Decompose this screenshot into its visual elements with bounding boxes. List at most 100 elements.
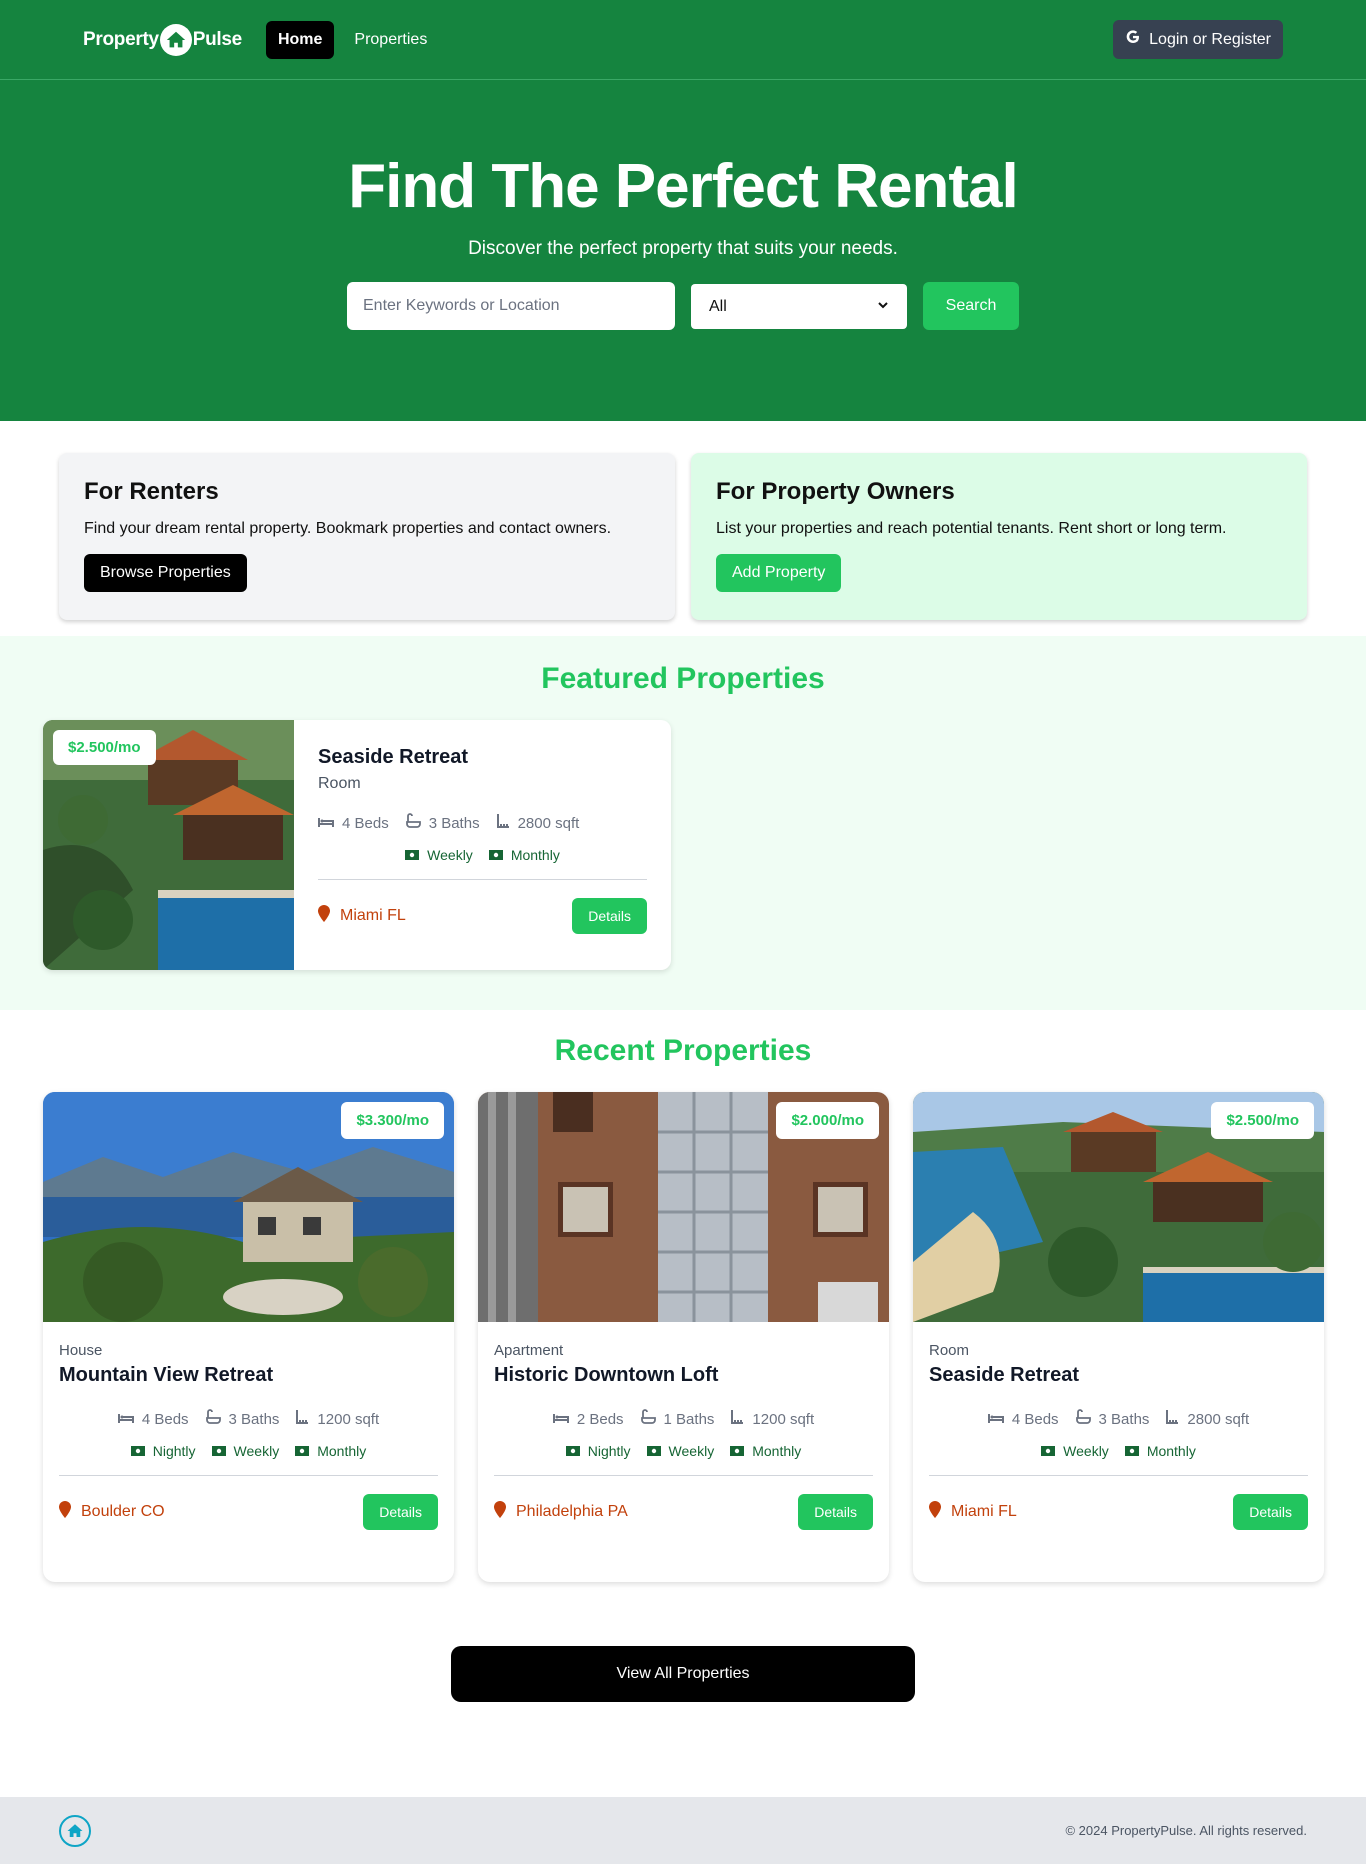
property-type: Apartment xyxy=(494,1342,564,1359)
featured-section: Featured Properties $2.500/mo Seaside Re… xyxy=(0,636,1366,1010)
ruler-icon xyxy=(295,1409,309,1429)
location-label: Boulder CO xyxy=(81,1503,165,1520)
renters-info-box: For Renters Find your dream rental prope… xyxy=(59,453,675,620)
property-type: Room xyxy=(929,1342,970,1359)
bath-icon xyxy=(640,1409,656,1429)
rate-label: Weekly xyxy=(427,847,473,863)
rate-nightly: Nightly xyxy=(130,1443,196,1459)
details-button[interactable]: Details xyxy=(798,1494,873,1530)
logo-text-left: Property xyxy=(83,28,159,50)
bed-icon xyxy=(987,1411,1004,1428)
details-button[interactable]: Details xyxy=(363,1494,438,1530)
money-icon xyxy=(565,1443,580,1459)
details-button[interactable]: Details xyxy=(1233,1494,1308,1530)
recent-title: Recent Properties xyxy=(554,1034,812,1067)
location-row: Miami FL Details xyxy=(318,898,647,934)
money-icon xyxy=(130,1443,145,1459)
location-row: Miami FL Details xyxy=(929,1494,1308,1530)
browse-properties-button[interactable]: Browse Properties xyxy=(84,554,247,592)
property-image[interactable]: $3.300/mo xyxy=(43,1092,454,1322)
property-image[interactable]: $2.000/mo xyxy=(478,1092,889,1322)
bath-icon xyxy=(205,1409,221,1429)
property-card: $2.500/mo Room Seaside Retreat 4 Beds 3 … xyxy=(913,1092,1324,1582)
property-type: House xyxy=(59,1342,103,1359)
hero-subtitle: Discover the perfect property that suits… xyxy=(468,238,898,259)
bed-icon xyxy=(117,1411,134,1428)
property-type-select[interactable]: All xyxy=(691,284,907,329)
property-image[interactable]: $2.500/mo xyxy=(913,1092,1324,1322)
map-pin-icon xyxy=(59,1501,71,1523)
rate-types: Weekly Monthly xyxy=(318,847,647,863)
sqft-spec: 2800 sqft xyxy=(496,813,579,833)
rate-monthly: Monthly xyxy=(488,847,560,863)
rate-monthly: Monthly xyxy=(295,1443,366,1459)
search-button[interactable]: Search xyxy=(923,282,1019,330)
login-register-button[interactable]: Login or Register xyxy=(1113,20,1283,59)
details-button[interactable]: Details xyxy=(572,898,647,934)
divider xyxy=(59,1475,438,1476)
sqft-spec: 2800 sqft xyxy=(1165,1409,1249,1429)
sqft-spec: 1200 sqft xyxy=(295,1409,379,1429)
rate-label: Nightly xyxy=(587,1443,631,1459)
view-all-properties-button[interactable]: View All Properties xyxy=(451,1646,915,1702)
rate-types: Nightly Weekly Monthly xyxy=(59,1443,438,1459)
card-body: Room Seaside Retreat 4 Beds 3 Baths 2800… xyxy=(913,1322,1324,1530)
hero-title: Find The Perfect Rental xyxy=(348,152,1018,221)
property-location: Miami FL xyxy=(929,1501,1017,1523)
beds-spec: 2 Beds xyxy=(552,1410,624,1428)
location-label: Miami FL xyxy=(340,907,406,924)
baths-label: 3 Baths xyxy=(228,1410,280,1428)
location-label: Philadelphia PA xyxy=(516,1503,628,1520)
sqft-spec: 1200 sqft xyxy=(730,1409,814,1429)
bed-icon xyxy=(552,1411,569,1428)
sqft-label: 2800 sqft xyxy=(1187,1410,1250,1428)
beds-label: 4 Beds xyxy=(141,1410,189,1428)
rate-label: Weekly xyxy=(668,1443,715,1459)
property-specs: 4 Beds 3 Baths 2800 sqft xyxy=(929,1409,1308,1429)
price-badge: $2.500/mo xyxy=(53,730,156,765)
card-body: Apartment Historic Downtown Loft 2 Beds … xyxy=(478,1322,889,1530)
money-icon xyxy=(211,1443,226,1459)
rate-label: Nightly xyxy=(152,1443,196,1459)
featured-card-body: Seaside Retreat Room 4 Beds 3 Baths 2800… xyxy=(294,720,671,970)
money-icon xyxy=(488,847,503,863)
house-logo-icon[interactable] xyxy=(59,1814,91,1847)
baths-label: 3 Baths xyxy=(428,814,480,832)
rate-weekly: Weekly xyxy=(1041,1443,1109,1459)
nav-link-properties[interactable]: Properties xyxy=(342,21,439,59)
search-form: Enter Keywords or Location All Search xyxy=(0,282,1366,330)
rate-monthly: Monthly xyxy=(730,1443,801,1459)
nav-link-home[interactable]: Home xyxy=(265,20,335,59)
beds-label: 2 Beds xyxy=(576,1410,624,1428)
keyword-location-input[interactable]: Enter Keywords or Location xyxy=(347,282,675,330)
baths-spec: 3 Baths xyxy=(405,813,480,833)
baths-spec: 3 Baths xyxy=(1075,1409,1149,1429)
property-image[interactable]: $2.500/mo xyxy=(43,720,294,970)
bath-icon xyxy=(405,813,421,833)
chevron-down-icon xyxy=(877,298,889,316)
ruler-icon xyxy=(730,1409,744,1429)
ruler-icon xyxy=(1165,1409,1179,1429)
property-name: Historic Downtown Loft xyxy=(494,1364,719,1386)
card-body: House Mountain View Retreat 4 Beds 3 Bat… xyxy=(43,1322,454,1530)
add-property-button[interactable]: Add Property xyxy=(716,554,842,592)
rate-label: Weekly xyxy=(1063,1443,1109,1459)
rate-types: Nightly Weekly Monthly xyxy=(494,1443,873,1459)
beds-spec: 4 Beds xyxy=(117,1410,189,1428)
featured-property-card: $2.500/mo Seaside Retreat Room 4 Beds 3 … xyxy=(43,720,671,970)
money-icon xyxy=(1041,1443,1056,1459)
bed-icon xyxy=(318,815,334,832)
money-icon xyxy=(730,1443,745,1459)
divider xyxy=(929,1475,1308,1476)
property-specs: 4 Beds 3 Baths 1200 sqft xyxy=(59,1409,438,1429)
property-name: Seaside Retreat xyxy=(318,746,469,768)
money-icon xyxy=(646,1443,661,1459)
top-navbar: Property Pulse Home Properties Login or … xyxy=(0,0,1366,80)
info-boxes: For Renters Find your dream rental prope… xyxy=(0,421,1366,636)
footer: © 2024 PropertyPulse. All rights reserve… xyxy=(0,1797,1366,1864)
rate-monthly: Monthly xyxy=(1124,1443,1196,1459)
site-logo[interactable]: Property Pulse xyxy=(83,23,242,56)
sqft-label: 1200 sqft xyxy=(317,1410,380,1428)
money-icon xyxy=(1124,1443,1139,1459)
location-label: Miami FL xyxy=(951,1503,1017,1520)
